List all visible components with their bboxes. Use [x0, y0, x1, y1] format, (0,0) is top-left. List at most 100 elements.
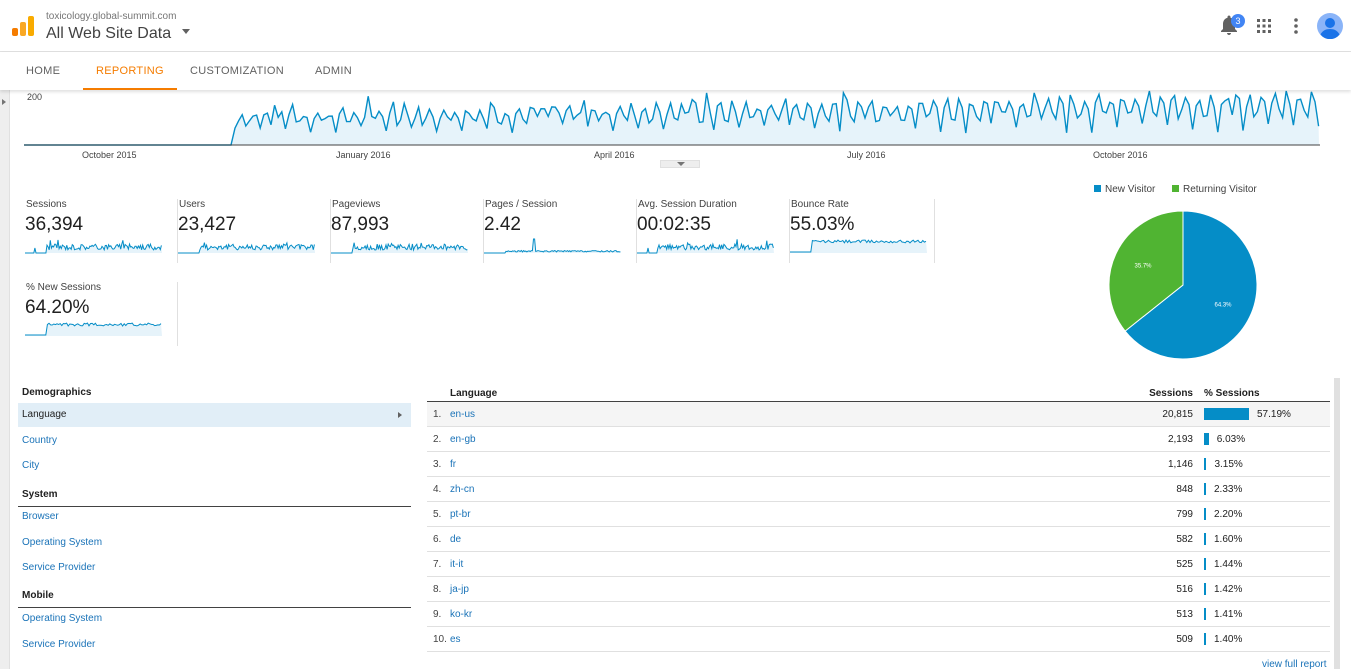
pct-sessions-value: 1.42%: [1214, 584, 1243, 595]
table-row[interactable]: 2. en-gb 2,193 6.03%: [427, 427, 1330, 452]
pct-sessions-value: 57.19%: [1257, 409, 1291, 420]
metric-avg-session-duration[interactable]: Avg. Session Duration 00:02:35: [637, 199, 790, 263]
dimension-item-mobile-operating-system[interactable]: Operating System: [18, 607, 411, 631]
pct-sessions-bar: [1204, 533, 1206, 545]
sessions-value: 582: [1176, 534, 1193, 545]
row-index: 1.: [433, 409, 442, 420]
dimension-section-mobile: Mobile: [18, 590, 411, 608]
metric-bounce-rate[interactable]: Bounce Rate 55.03%: [790, 199, 935, 263]
sessions-value: 509: [1176, 634, 1193, 645]
metric-sparkline: [25, 239, 162, 254]
row-index: 6.: [433, 534, 442, 545]
dimension-item-service-provider[interactable]: Service Provider: [18, 556, 411, 580]
dimension-item-city[interactable]: City: [18, 454, 411, 478]
metric-sessions[interactable]: Sessions 36,394: [25, 199, 178, 263]
language-link[interactable]: fr: [450, 459, 456, 470]
metric-value: 23,427: [178, 214, 237, 235]
language-link[interactable]: pt-br: [450, 509, 471, 520]
legend-new-visitor: New Visitor: [1094, 184, 1155, 195]
user-avatar-icon[interactable]: [1317, 13, 1343, 39]
legend-label: New Visitor: [1105, 184, 1156, 195]
language-link[interactable]: zh-cn: [450, 484, 474, 495]
metric-pages-per-session[interactable]: Pages / Session 2.42: [484, 199, 637, 263]
collapse-chart-button[interactable]: [660, 160, 700, 168]
view-full-report-link[interactable]: view full report: [1262, 659, 1326, 669]
dimension-item-mobile-service-provider[interactable]: Service Provider: [18, 633, 411, 657]
language-link[interactable]: ko-kr: [450, 609, 472, 620]
language-link[interactable]: en-us: [450, 409, 475, 420]
tab-home[interactable]: HOME: [13, 52, 73, 90]
property-url[interactable]: toxicology.global-summit.com: [46, 11, 176, 22]
table-row[interactable]: 9. ko-kr 513 1.41%: [427, 602, 1330, 627]
timeline-x-tick: April 2016: [594, 150, 635, 160]
row-index: 4.: [433, 484, 442, 495]
metric-new-sessions[interactable]: % New Sessions 64.20%: [25, 282, 178, 346]
metric-sparkline: [331, 242, 468, 254]
metric-label: Bounce Rate: [791, 199, 849, 210]
row-index: 2.: [433, 434, 442, 445]
legend-swatch: [1094, 185, 1101, 192]
metric-label: % New Sessions: [26, 282, 102, 293]
table-row[interactable]: 6. de 582 1.60%: [427, 527, 1330, 552]
language-link[interactable]: de: [450, 534, 461, 545]
column-header-language: Language: [450, 388, 498, 399]
pct-sessions-value: 1.40%: [1214, 634, 1243, 645]
metric-label: Pageviews: [332, 199, 381, 210]
language-link[interactable]: en-gb: [450, 434, 476, 445]
dimension-item-operating-system[interactable]: Operating System: [18, 531, 411, 555]
table-row[interactable]: 5. pt-br 799 2.20%: [427, 502, 1330, 527]
pct-sessions-bar: [1204, 633, 1206, 645]
language-link[interactable]: it-it: [450, 559, 463, 570]
language-link[interactable]: ja-jp: [450, 584, 469, 595]
dimension-item-browser[interactable]: Browser: [18, 505, 411, 529]
metric-sparkline: [25, 322, 162, 336]
sidebar-toggle-strip[interactable]: [0, 90, 10, 669]
pct-sessions-value: 1.60%: [1214, 534, 1243, 545]
notification-badge: 3: [1231, 14, 1245, 28]
more-vert-icon[interactable]: [1284, 14, 1308, 38]
timeline-x-tick: October 2016: [1093, 150, 1148, 160]
expand-sidebar-icon[interactable]: [2, 99, 6, 105]
apps-grid-icon[interactable]: [1252, 14, 1276, 38]
table-scrollbar[interactable]: [1334, 378, 1340, 669]
metric-value: 2.42: [484, 214, 521, 235]
row-index: 7.: [433, 559, 442, 570]
table-row[interactable]: 7. it-it 525 1.44%: [427, 552, 1330, 577]
table-row[interactable]: 4. zh-cn 848 2.33%: [427, 477, 1330, 502]
table-row[interactable]: 10. es 509 1.40%: [427, 627, 1330, 652]
chevron-down-icon: [677, 162, 685, 166]
table-row[interactable]: 1. en-us 20,815 57.19%: [427, 402, 1330, 427]
pie-slice-label: 35.7%: [1134, 264, 1152, 270]
tab-customization[interactable]: CUSTOMIZATION: [177, 52, 297, 90]
pct-sessions-value: 6.03%: [1216, 434, 1246, 445]
dimension-item-country[interactable]: Country: [18, 429, 411, 453]
sessions-value: 525: [1176, 559, 1193, 570]
pie-slice-label: 64.3%: [1214, 302, 1232, 308]
analytics-logo-icon[interactable]: [12, 16, 34, 36]
metric-value: 64.20%: [25, 297, 90, 318]
view-dropdown-icon[interactable]: [182, 29, 190, 34]
row-index: 8.: [433, 584, 442, 595]
table-row[interactable]: 3. fr 1,146 3.15%: [427, 452, 1330, 477]
dimension-item-language[interactable]: Language: [18, 403, 411, 427]
metric-users[interactable]: Users 23,427: [178, 199, 331, 263]
metric-label: Users: [179, 199, 206, 210]
language-link[interactable]: es: [450, 634, 461, 645]
timeline-area: [24, 91, 1319, 145]
analytics-app: toxicology.global-summit.com All Web Sit…: [0, 0, 1351, 669]
metric-pageviews[interactable]: Pageviews 87,993: [331, 199, 484, 263]
sparkline-line: [484, 238, 621, 254]
tab-reporting[interactable]: REPORTING: [83, 52, 177, 90]
pct-sessions-bar: [1204, 608, 1206, 620]
tab-admin[interactable]: ADMIN: [302, 52, 365, 90]
view-title[interactable]: All Web Site Data: [46, 25, 171, 43]
metric-value: 36,394: [25, 214, 84, 235]
metric-sparkline: [790, 239, 927, 253]
sessions-value: 516: [1176, 584, 1193, 595]
metric-sparkline: [484, 238, 621, 254]
dimension-item-label: Language: [22, 409, 67, 420]
table-row[interactable]: 8. ja-jp 516 1.42%: [427, 577, 1330, 602]
metric-value: 55.03%: [790, 214, 855, 235]
pct-sessions-value: 2.33%: [1214, 484, 1243, 495]
metric-sparkline: [178, 241, 315, 254]
